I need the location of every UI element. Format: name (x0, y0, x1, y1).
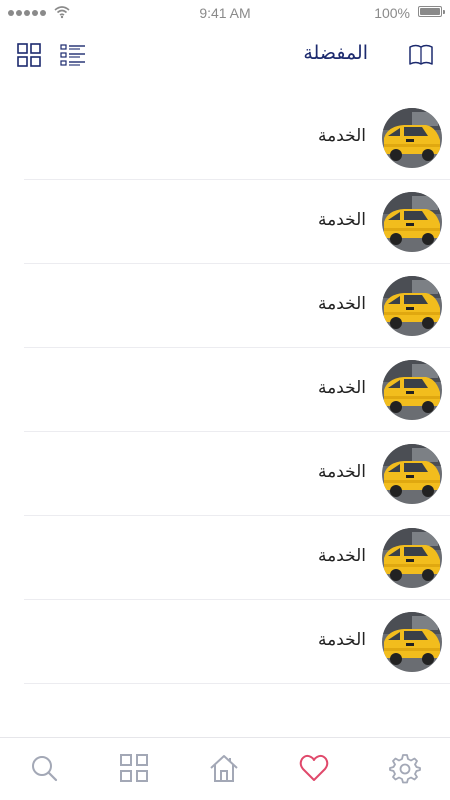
item-label: الخدمة (317, 126, 366, 146)
header: المفضلة (0, 30, 450, 78)
taxi-avatar-image (382, 528, 442, 588)
home-icon[interactable] (208, 752, 240, 784)
battery-percent: 100% (374, 5, 410, 21)
list-item[interactable]: الخدمة (24, 96, 450, 180)
list-item[interactable]: الخدمة (24, 600, 450, 684)
item-label: الخدمة (317, 546, 366, 566)
book-icon[interactable] (408, 42, 434, 68)
list-item[interactable]: الخدمة (24, 180, 450, 264)
list-item[interactable]: الخدمة (24, 516, 450, 600)
status-bar: 9:41 AM 100% (0, 0, 450, 26)
settings-icon[interactable] (389, 752, 421, 784)
grid-icon[interactable] (118, 752, 150, 784)
bottom-tab-bar (0, 737, 450, 800)
taxi-avatar-image (382, 276, 442, 336)
favorites-list: الخدمة الخدمة الخدمة الخدمة الخدمة الخدم… (24, 96, 450, 684)
grid-view-icon[interactable] (16, 42, 42, 68)
page-title: المفضلة (303, 42, 368, 64)
list-item[interactable]: الخدمة (24, 348, 450, 432)
list-item[interactable]: الخدمة (24, 264, 450, 348)
search-icon[interactable] (28, 752, 60, 784)
taxi-avatar-image (382, 192, 442, 252)
item-label: الخدمة (317, 462, 366, 482)
item-label: الخدمة (317, 210, 366, 230)
list-view-icon[interactable] (60, 42, 86, 68)
item-label: الخدمة (317, 294, 366, 314)
item-label: الخدمة (317, 378, 366, 398)
battery-icon (418, 6, 445, 17)
item-label: الخدمة (317, 630, 366, 650)
taxi-avatar-image (382, 612, 442, 672)
list-item[interactable]: الخدمة (24, 432, 450, 516)
taxi-avatar-image (382, 444, 442, 504)
taxi-avatar-image (382, 108, 442, 168)
taxi-avatar-image (382, 360, 442, 420)
heart-icon[interactable] (298, 752, 330, 784)
